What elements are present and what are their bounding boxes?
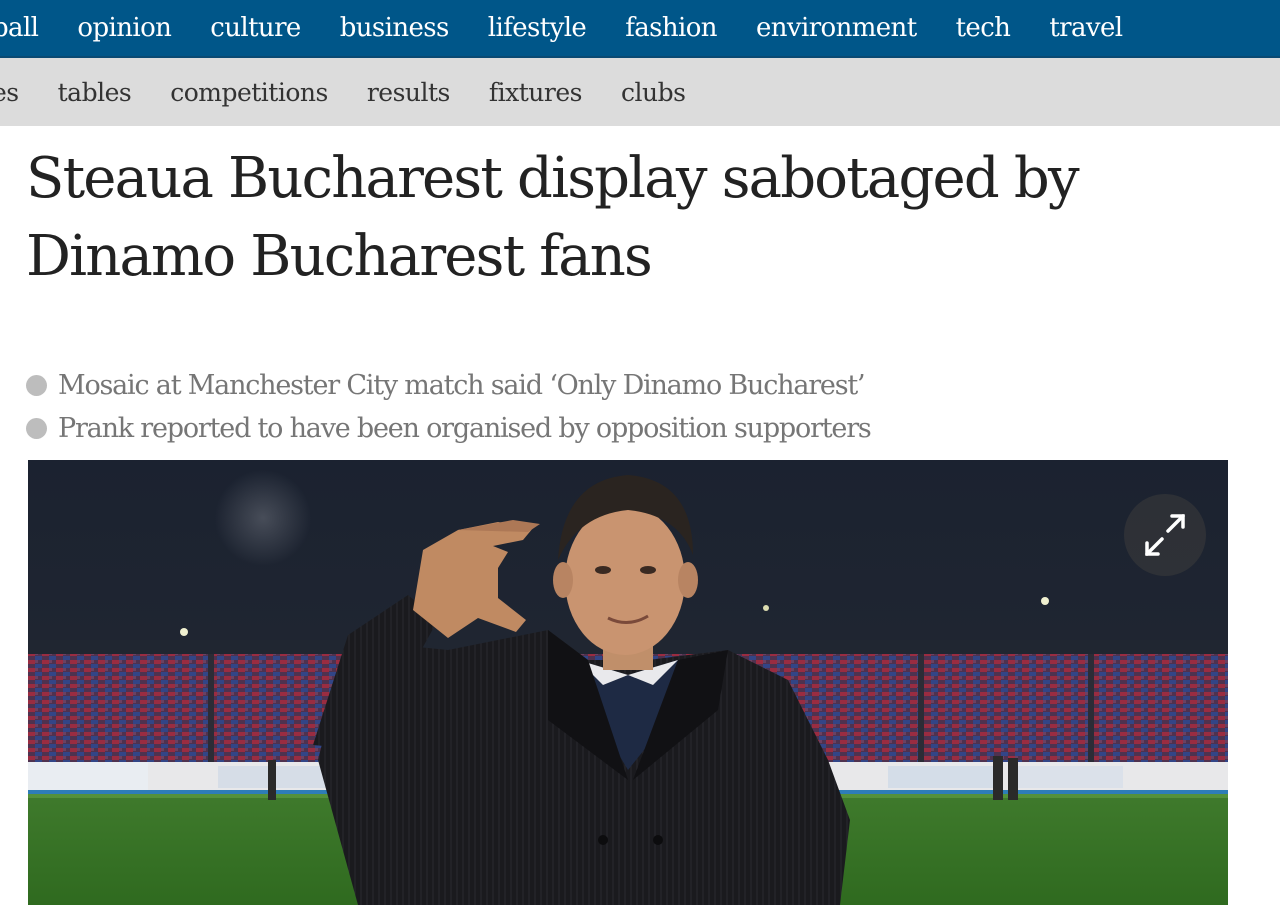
secondary-nav-list: es tables competitions results fixtures … [0, 58, 724, 126]
stadium-photo [28, 460, 1228, 905]
standfirst-item: Mosaic at Manchester City match said ‘On… [26, 364, 1246, 407]
hero-image[interactable] [28, 460, 1228, 905]
subnav-item-scores[interactable]: es [0, 78, 19, 107]
nav-item-opinion[interactable]: opinion [77, 13, 171, 43]
primary-nav-list: ball opinion culture business lifestyle … [0, 0, 1161, 56]
nav-item-fashion[interactable]: fashion [625, 13, 717, 43]
headline-line-1: Steaua Bucharest display sabotaged by [26, 146, 1080, 211]
standfirst-text: Mosaic at Manchester City match said ‘On… [58, 370, 866, 401]
subnav-item-results[interactable]: results [367, 78, 451, 107]
headline-line-2: Dinamo Bucharest fans [26, 224, 653, 289]
nav-item-business[interactable]: business [340, 13, 450, 43]
subnav-item-competitions[interactable]: competitions [170, 78, 328, 107]
subnav-item-clubs[interactable]: clubs [621, 78, 686, 107]
secondary-nav: es tables competitions results fixtures … [0, 58, 1280, 126]
expand-icon [1145, 514, 1185, 556]
expand-image-button[interactable] [1124, 494, 1206, 576]
subnav-item-tables[interactable]: tables [58, 78, 132, 107]
article-headline: Steaua Bucharest display sabotaged by Di… [26, 140, 1256, 296]
article-standfirst: Mosaic at Manchester City match said ‘On… [26, 364, 1246, 450]
nav-item-tech[interactable]: tech [956, 13, 1011, 43]
nav-item-culture[interactable]: culture [210, 13, 301, 43]
standfirst-text: Prank reported to have been organised by… [58, 413, 872, 444]
nav-item-lifestyle[interactable]: lifestyle [488, 13, 587, 43]
subnav-item-fixtures[interactable]: fixtures [489, 78, 583, 107]
primary-nav: ball opinion culture business lifestyle … [0, 0, 1280, 58]
nav-item-travel[interactable]: travel [1049, 13, 1123, 43]
nav-item-football[interactable]: ball [0, 13, 39, 43]
bullet-icon [26, 418, 47, 439]
standfirst-item: Prank reported to have been organised by… [26, 407, 1246, 450]
bullet-icon [26, 375, 47, 396]
nav-item-environment[interactable]: environment [756, 13, 917, 43]
